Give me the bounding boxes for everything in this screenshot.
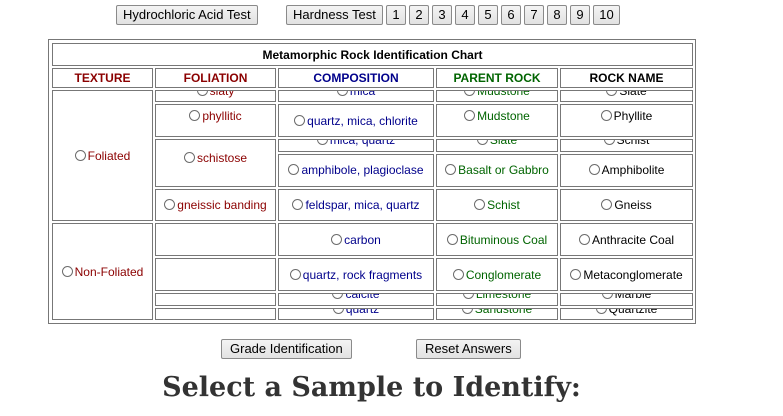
rock-name-option[interactable]: Phyllite — [560, 104, 694, 138]
rock-name-option[interactable]: Slate — [560, 90, 694, 103]
hydrochloric-acid-test-button[interactable]: Hydrochloric Acid Test — [116, 5, 258, 25]
identification-chart: Metamorphic Rock Identification Chart TE… — [48, 39, 696, 324]
radio-button[interactable] — [316, 140, 328, 146]
composition-option[interactable]: carbon — [278, 223, 434, 257]
rock-name-option[interactable]: Metaconglomerate — [560, 258, 694, 292]
radio-button[interactable] — [292, 198, 304, 210]
rock-name-option[interactable]: Anthracite Coal — [560, 223, 694, 257]
radio-button[interactable] — [189, 109, 201, 121]
composition-option[interactable]: quartz, rock fragments — [278, 258, 434, 292]
radio-button[interactable] — [464, 109, 476, 121]
hardness-7-button[interactable]: 7 — [524, 5, 544, 25]
radio-button[interactable] — [288, 164, 300, 176]
radio-button[interactable] — [595, 308, 607, 314]
header-texture: TEXTURE — [52, 68, 153, 88]
hardness-9-button[interactable]: 9 — [570, 5, 590, 25]
radio-button[interactable] — [452, 268, 464, 280]
composition-option[interactable]: mica — [278, 90, 434, 103]
radio-button[interactable] — [579, 233, 590, 245]
radio-button[interactable] — [474, 198, 486, 210]
radio-button[interactable] — [603, 140, 615, 146]
hardness-10-button[interactable]: 10 — [593, 5, 620, 25]
radio-button[interactable] — [331, 233, 343, 245]
radio-button[interactable] — [601, 198, 613, 210]
header-parent-rock: PARENT ROCK — [436, 68, 558, 88]
parent-rock-option[interactable]: Sandstone — [436, 307, 558, 320]
radio-button[interactable] — [196, 91, 208, 97]
radio-button[interactable] — [332, 308, 344, 314]
rock-name-option[interactable]: Amphibolite — [560, 153, 694, 187]
hardness-1-button[interactable]: 1 — [386, 5, 406, 25]
grade-identification-button[interactable]: Grade Identification — [221, 339, 352, 359]
parent-rock-option[interactable]: Mudstone — [436, 90, 558, 103]
composition-option[interactable]: feldspar, mica, quartz — [278, 188, 434, 222]
foliation-schistose-option[interactable]: schistose — [155, 139, 276, 187]
header-rock-name: ROCK NAME — [560, 68, 694, 88]
header-foliation: FOLIATION — [155, 68, 276, 88]
radio-button[interactable] — [289, 268, 301, 280]
radio-button[interactable] — [464, 91, 476, 97]
radio-button[interactable] — [606, 91, 618, 97]
foliation-empty-cell — [155, 223, 276, 257]
foliation-slaty-option[interactable]: slaty — [155, 90, 276, 103]
composition-option[interactable]: quartz — [278, 307, 434, 320]
radio-button[interactable] — [294, 114, 306, 126]
composition-option[interactable]: mica, quartz — [278, 139, 434, 152]
composition-option[interactable]: amphibole, plagioclase — [278, 153, 434, 187]
foliation-gneissic-option[interactable]: gneissic banding — [155, 188, 276, 222]
chart-title: Metamorphic Rock Identification Chart — [52, 43, 694, 66]
radio-button[interactable] — [462, 294, 474, 300]
header-composition: COMPOSITION — [278, 68, 434, 88]
parent-rock-option[interactable]: Bituminous Coal — [436, 223, 558, 257]
parent-rock-option[interactable]: Limestone — [436, 293, 558, 306]
radio-button[interactable] — [446, 233, 458, 245]
reset-answers-button[interactable]: Reset Answers — [416, 339, 521, 359]
radio-button[interactable] — [570, 268, 582, 280]
radio-button[interactable] — [183, 151, 195, 163]
foliation-empty-cell — [155, 307, 276, 320]
radio-button[interactable] — [461, 308, 473, 314]
radio-button[interactable] — [445, 164, 457, 176]
hardness-3-button[interactable]: 3 — [432, 5, 452, 25]
foliation-empty-cell — [155, 293, 276, 306]
radio-button[interactable] — [332, 294, 344, 300]
parent-rock-option[interactable]: Conglomerate — [436, 258, 558, 292]
parent-rock-option[interactable]: Basalt or Gabbro — [436, 153, 558, 187]
parent-rock-option[interactable]: Slate — [436, 139, 558, 152]
rock-name-option[interactable]: Gneiss — [560, 188, 694, 222]
radio-button[interactable] — [601, 294, 613, 300]
radio-button[interactable] — [336, 91, 348, 97]
composition-option[interactable]: quartz, mica, chlorite — [278, 104, 434, 138]
hardness-6-button[interactable]: 6 — [501, 5, 521, 25]
texture-foliated-option[interactable]: Foliated — [52, 90, 153, 222]
test-toolbar: Hydrochloric Acid Test Hardness Test 1 2… — [0, 5, 783, 27]
rock-name-option[interactable]: Schist — [560, 139, 694, 152]
rock-name-option[interactable]: Quartzite — [560, 307, 694, 320]
radio-button[interactable] — [476, 140, 488, 146]
radio-button[interactable] — [588, 164, 600, 176]
hardness-number-buttons: 1 2 3 4 5 6 7 8 9 10 — [386, 5, 620, 25]
radio-button[interactable] — [74, 149, 86, 161]
parent-rock-option[interactable]: Schist — [436, 188, 558, 222]
radio-button[interactable] — [164, 198, 176, 210]
foliation-empty-cell — [155, 258, 276, 292]
texture-non-foliated-option[interactable]: Non-Foliated — [52, 223, 153, 320]
radio-button[interactable] — [600, 109, 612, 121]
select-sample-heading: Select a Sample to Identify: — [162, 372, 581, 403]
radio-button[interactable] — [61, 265, 73, 277]
rock-name-option[interactable]: Marble — [560, 293, 694, 306]
foliation-phyllitic-option[interactable]: phyllitic — [155, 104, 276, 138]
hardness-5-button[interactable]: 5 — [478, 5, 498, 25]
composition-option[interactable]: calcite — [278, 293, 434, 306]
hardness-test-button[interactable]: Hardness Test — [286, 5, 383, 25]
hardness-2-button[interactable]: 2 — [409, 5, 429, 25]
parent-rock-option[interactable]: Mudstone — [436, 104, 558, 138]
hardness-8-button[interactable]: 8 — [547, 5, 567, 25]
hardness-4-button[interactable]: 4 — [455, 5, 475, 25]
